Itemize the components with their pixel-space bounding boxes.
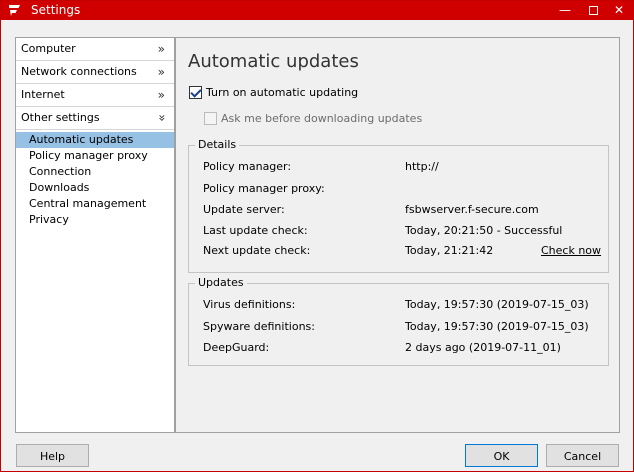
update-value-virus-definitions: Today, 19:57:30 (2019-07-15_03): [405, 298, 589, 311]
client-area: Computer » Network connections » Interne…: [1, 20, 633, 471]
chevron-double-right-icon: »: [157, 42, 165, 56]
detail-value-update-server: fsbwserver.f-secure.com: [405, 203, 539, 216]
sidebar-item-downloads[interactable]: Downloads: [16, 180, 174, 196]
updates-group: Updates Virus definitions: Today, 19:57:…: [188, 276, 609, 366]
ask-before-download-label: Ask me before downloading updates: [221, 112, 423, 125]
detail-label-policy-manager: Policy manager:: [203, 160, 292, 173]
detail-value-policy-manager: http://: [405, 160, 439, 173]
title-bar[interactable]: Settings — ✕: [1, 1, 633, 20]
sidebar-category-internet[interactable]: Internet »: [16, 84, 174, 107]
detail-label-next-update-check: Next update check:: [203, 244, 311, 257]
maximize-button[interactable]: [579, 1, 607, 20]
detail-label-update-server: Update server:: [203, 203, 285, 216]
detail-value-next-update-check: Today, 21:21:42: [405, 244, 494, 257]
close-button[interactable]: ✕: [605, 1, 633, 20]
detail-label-last-update-check: Last update check:: [203, 224, 308, 237]
update-label-virus-definitions: Virus definitions:: [203, 298, 296, 311]
sidebar-item-connection[interactable]: Connection: [16, 164, 174, 180]
update-value-deepguard: 2 days ago (2019-07-11_01): [405, 341, 561, 354]
settings-panel: Automatic updates Turn on automatic upda…: [175, 37, 620, 433]
minimize-button[interactable]: —: [551, 1, 579, 20]
detail-label-policy-manager-proxy: Policy manager proxy:: [203, 182, 325, 195]
sidebar-category-label: Computer: [21, 42, 76, 55]
updates-legend: Updates: [195, 276, 247, 289]
details-legend: Details: [195, 138, 240, 151]
sidebar-category-network-connections[interactable]: Network connections »: [16, 61, 174, 84]
ask-before-download-row: Ask me before downloading updates: [204, 112, 422, 125]
sidebar-category-other-settings[interactable]: Other settings «: [16, 107, 174, 130]
maximize-icon: [588, 6, 598, 15]
sidebar-category-computer[interactable]: Computer »: [16, 38, 174, 61]
sidebar-category-label: Internet: [21, 88, 65, 101]
chevron-double-right-icon: »: [157, 65, 165, 79]
update-label-deepguard: DeepGuard:: [203, 341, 270, 354]
auto-update-checkbox-row[interactable]: Turn on automatic updating: [189, 86, 358, 99]
minimize-icon: —: [559, 3, 571, 17]
auto-update-checkbox[interactable]: [189, 86, 202, 99]
page-title: Automatic updates: [188, 51, 359, 72]
sidebar-item-privacy[interactable]: Privacy: [16, 212, 174, 228]
ask-before-download-checkbox: [204, 112, 217, 125]
settings-sidebar: Computer » Network connections » Interne…: [15, 37, 175, 433]
check-now-link[interactable]: Check now: [541, 244, 601, 257]
ok-button[interactable]: OK: [465, 444, 538, 467]
details-group: Details Policy manager: http:// Policy m…: [188, 138, 609, 273]
window-title: Settings: [31, 3, 81, 17]
settings-window: Settings — ✕ Computer » Network connecti…: [0, 0, 634, 472]
detail-value-last-update-check: Today, 20:21:50 - Successful: [405, 224, 563, 237]
sidebar-category-label: Other settings: [21, 111, 100, 124]
update-value-spyware-definitions: Today, 19:57:30 (2019-07-15_03): [405, 320, 589, 333]
chevron-double-down-icon: «: [154, 114, 169, 122]
help-button[interactable]: Help: [16, 444, 89, 467]
cancel-button[interactable]: Cancel: [546, 444, 619, 467]
f-secure-logo-icon: [9, 5, 20, 16]
close-icon: ✕: [613, 3, 625, 17]
sidebar-category-label: Network connections: [21, 65, 137, 78]
auto-update-label: Turn on automatic updating: [206, 86, 359, 99]
sidebar-sub-list: Automatic updates Policy manager proxy C…: [16, 130, 174, 228]
sidebar-item-policy-manager-proxy[interactable]: Policy manager proxy: [16, 148, 174, 164]
sidebar-item-automatic-updates[interactable]: Automatic updates: [16, 132, 174, 148]
sidebar-item-central-management[interactable]: Central management: [16, 196, 174, 212]
chevron-double-right-icon: »: [157, 88, 165, 102]
update-label-spyware-definitions: Spyware definitions:: [203, 320, 315, 333]
